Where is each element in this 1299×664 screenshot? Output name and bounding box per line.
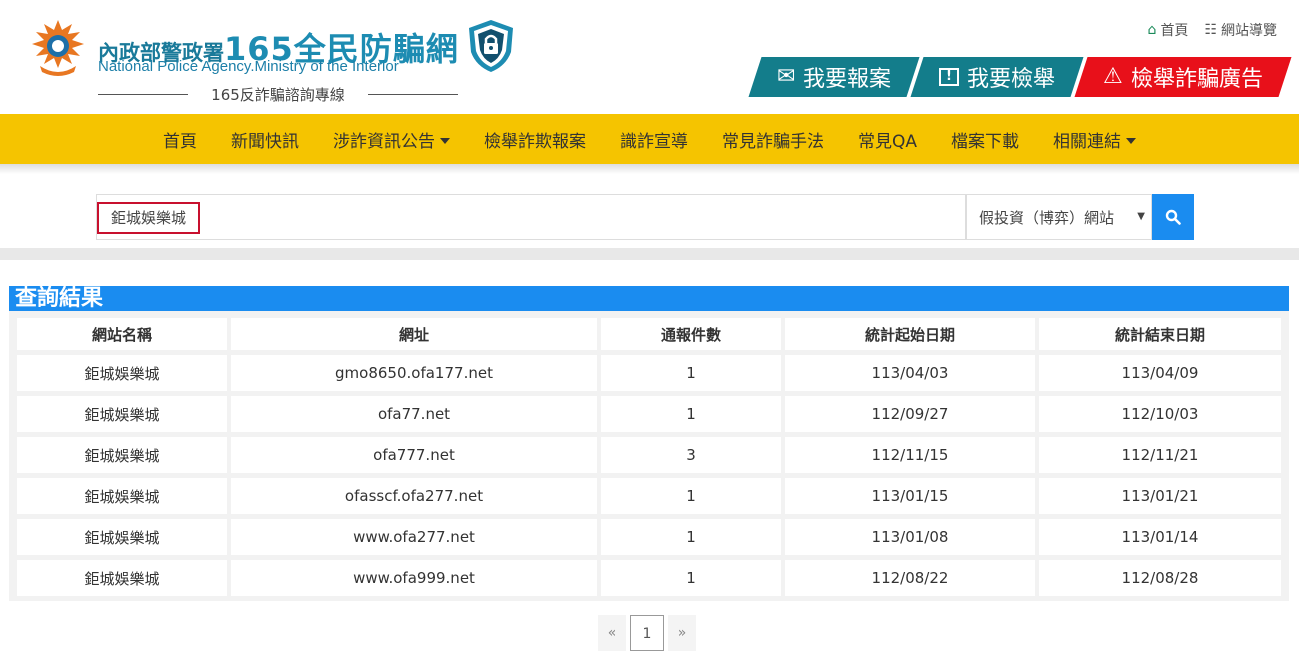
hotline-text: 165反詐騙諮詢專線: [98, 84, 458, 105]
exclamation-box-icon: !: [939, 68, 960, 86]
nav-item-report[interactable]: 檢舉詐欺報案: [484, 127, 586, 152]
shield-lock-icon: [469, 20, 513, 72]
report-case-label: 我要報案: [803, 67, 892, 92]
cell-site-name: 鉅城娛樂城: [17, 560, 227, 596]
cell-site-name: 鉅城娛樂城: [17, 355, 227, 391]
sitemap-link-label: 網站導覽: [1221, 23, 1277, 39]
results-table: 網站名稱 網址 通報件數 統計起始日期 統計結束日期 鉅城娛樂城 gmo8650…: [9, 311, 1289, 601]
report-ad-label: 檢舉詐騙廣告: [1130, 67, 1263, 92]
nav-item-awareness[interactable]: 識詐宣導: [620, 127, 688, 152]
cell-start-date: 113/01/08: [785, 519, 1035, 555]
col-header-url: 網址: [231, 318, 597, 350]
chevron-down-icon: ▼: [1137, 211, 1145, 222]
main-nav: 首頁 新聞快訊 涉詐資訊公告 檢舉詐欺報案 識詐宣導 常見詐騙手法 常見QA 檔…: [0, 114, 1299, 164]
nav-item-fraud-info[interactable]: 涉詐資訊公告: [333, 127, 450, 152]
cell-url: gmo8650.ofa177.net: [231, 355, 597, 391]
nav-item-links[interactable]: 相關連結: [1053, 127, 1136, 152]
nav-shadow: [0, 164, 1299, 174]
cell-url: ofa777.net: [231, 437, 597, 473]
search-button[interactable]: [1152, 194, 1194, 240]
agency-en: National Police Agency.Ministry of the I…: [98, 58, 399, 75]
sitemap-icon: ☷: [1204, 22, 1217, 38]
cell-start-date: 113/01/15: [785, 478, 1035, 514]
cell-site-name: 鉅城娛樂城: [17, 437, 227, 473]
cell-end-date: 113/01/14: [1039, 519, 1281, 555]
cell-url: www.ofa999.net: [231, 560, 597, 596]
top-links: ⌂ 首頁 ☷ 網站導覽: [1148, 20, 1277, 40]
police-emblem-icon: [32, 20, 84, 76]
cell-site-name: 鉅城娛樂城: [17, 396, 227, 432]
nav-item-home[interactable]: 首頁: [163, 127, 197, 152]
cell-report-count: 1: [601, 560, 781, 596]
col-header-site-name: 網站名稱: [17, 318, 227, 350]
page-1-button[interactable]: 1: [630, 615, 664, 651]
sitemap-link[interactable]: ☷ 網站導覽: [1204, 20, 1277, 40]
category-select-value: 假投資（博弈）網站: [979, 208, 1115, 227]
cell-url: www.ofa277.net: [231, 519, 597, 555]
search-bar: 鉅城娛樂城 假投資（博弈）網站 ▼: [96, 194, 1194, 240]
cell-report-count: 1: [601, 396, 781, 432]
cell-site-name: 鉅城娛樂城: [17, 478, 227, 514]
cell-url: ofasscf.ofa277.net: [231, 478, 597, 514]
cell-end-date: 113/01/21: [1039, 478, 1281, 514]
inform-button[interactable]: ! 我要檢舉: [910, 57, 1084, 97]
cell-end-date: 113/04/09: [1039, 355, 1281, 391]
cell-start-date: 113/04/03: [785, 355, 1035, 391]
nav-item-qa[interactable]: 常見QA: [858, 127, 917, 152]
table-row: 鉅城娛樂城 ofa77.net 1 112/09/27 112/10/03: [17, 396, 1281, 432]
pagination: « 1 »: [598, 615, 696, 651]
warning-icon: ⚠: [1103, 64, 1123, 89]
cell-report-count: 1: [601, 355, 781, 391]
category-select[interactable]: 假投資（博弈）網站 ▼: [966, 194, 1152, 240]
next-page-button[interactable]: »: [668, 615, 696, 651]
cell-report-count: 1: [601, 478, 781, 514]
cell-start-date: 112/08/22: [785, 560, 1035, 596]
table-row: 鉅城娛樂城 www.ofa999.net 1 112/08/22 112/08/…: [17, 560, 1281, 596]
nav-item-news[interactable]: 新聞快訊: [231, 127, 299, 152]
results-table-grid: 網站名稱 網址 通報件數 統計起始日期 統計結束日期 鉅城娛樂城 gmo8650…: [13, 313, 1285, 601]
col-header-report-count: 通報件數: [601, 318, 781, 350]
results-title: 查詢結果: [9, 286, 1289, 311]
cell-url: ofa77.net: [231, 396, 597, 432]
cell-end-date: 112/11/21: [1039, 437, 1281, 473]
home-icon: ⌂: [1147, 22, 1157, 38]
envelope-icon: ✉: [776, 64, 796, 89]
nav-item-downloads[interactable]: 檔案下載: [951, 127, 1019, 152]
col-header-start-date: 統計起始日期: [785, 318, 1035, 350]
cell-report-count: 1: [601, 519, 781, 555]
col-header-end-date: 統計結束日期: [1039, 318, 1281, 350]
table-row: 鉅城娛樂城 www.ofa277.net 1 113/01/08 113/01/…: [17, 519, 1281, 555]
cell-site-name: 鉅城娛樂城: [17, 519, 227, 555]
cell-end-date: 112/08/28: [1039, 560, 1281, 596]
nav-item-common-scams[interactable]: 常見詐騙手法: [722, 127, 824, 152]
table-row: 鉅城娛樂城 gmo8650.ofa177.net 1 113/04/03 113…: [17, 355, 1281, 391]
section-divider: [0, 248, 1299, 260]
inform-label: 我要檢舉: [967, 67, 1056, 92]
cell-end-date: 112/10/03: [1039, 396, 1281, 432]
table-header-row: 網站名稱 網址 通報件數 統計起始日期 統計結束日期: [17, 318, 1281, 350]
cell-report-count: 3: [601, 437, 781, 473]
report-ad-button[interactable]: ⚠ 檢舉詐騙廣告: [1074, 57, 1292, 97]
home-link-label: 首頁: [1160, 23, 1189, 39]
cell-start-date: 112/09/27: [785, 396, 1035, 432]
search-icon: [1165, 209, 1181, 225]
table-row: 鉅城娛樂城 ofasscf.ofa277.net 1 113/01/15 113…: [17, 478, 1281, 514]
home-link[interactable]: ⌂ 首頁: [1148, 20, 1189, 40]
site-logo[interactable]: 內政部警政署165全民防騙網 National Police Agency.Mi…: [26, 12, 526, 107]
action-buttons: ✉ 我要報案 ! 我要檢舉 ⚠ 檢舉詐騙廣告: [748, 57, 1292, 97]
table-row: 鉅城娛樂城 ofa777.net 3 112/11/15 112/11/21: [17, 437, 1281, 473]
report-case-button[interactable]: ✉ 我要報案: [748, 57, 920, 97]
search-input-value: 鉅城娛樂城: [97, 202, 201, 234]
search-input[interactable]: 鉅城娛樂城: [96, 194, 966, 240]
prev-page-button[interactable]: «: [598, 615, 626, 651]
cell-start-date: 112/11/15: [785, 437, 1035, 473]
site-header: 內政部警政署165全民防騙網 National Police Agency.Mi…: [0, 0, 1299, 114]
